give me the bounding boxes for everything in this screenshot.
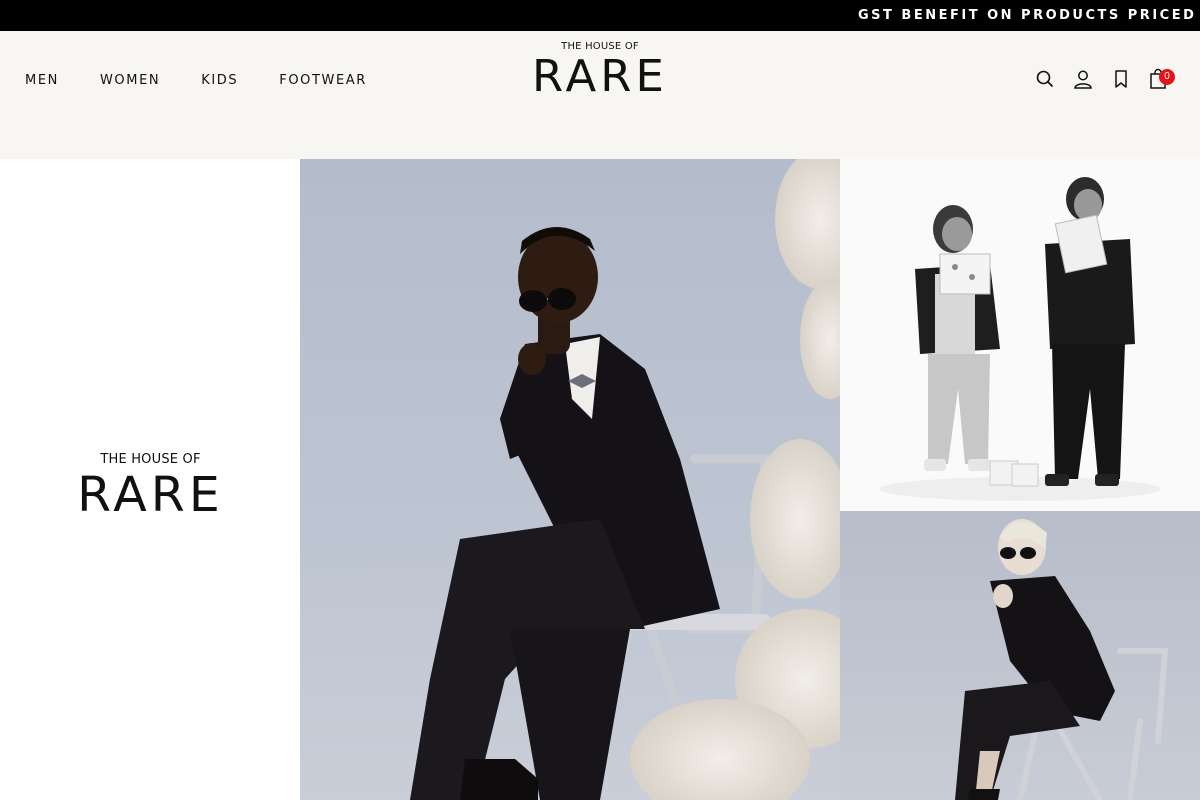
account-icon[interactable] [1072,68,1094,90]
wishlist-icon[interactable] [1110,68,1132,90]
brand-panel-tagline: THE HOUSE OF [100,452,201,467]
header-icons: 0 [1034,68,1175,90]
announcement-bar: GST BENEFIT ON PRODUCTS PRICED BE [0,0,1200,31]
nav-item-footwear[interactable]: FOOTWEAR [279,73,367,88]
nav-item-men[interactable]: MEN [25,73,59,88]
hero-image-women[interactable] [840,511,1200,800]
logo-wordmark: RARE [532,51,668,102]
main-nav: MEN WOMEN KIDS FOOTWEAR [25,73,408,88]
search-icon[interactable] [1034,68,1056,90]
brand-panel: THE HOUSE OF RARE [0,159,300,800]
hero-image-men[interactable] [300,159,840,800]
nav-item-kids[interactable]: KIDS [201,73,238,88]
site-header: MEN WOMEN KIDS FOOTWEAR THE HOUSE OF RAR… [0,31,1200,159]
cart-count-badge: 0 [1159,69,1175,85]
header-logo[interactable]: THE HOUSE OF RARE [532,41,668,103]
announcement-text: GST BENEFIT ON PRODUCTS PRICED BE [858,8,1200,23]
brand-panel-logo: THE HOUSE OF RARE [77,452,224,523]
brand-panel-wordmark: RARE [77,467,224,523]
cart-icon[interactable]: 0 [1148,68,1175,90]
hero-image-kids[interactable] [840,159,1200,511]
nav-item-women[interactable]: WOMEN [100,73,160,88]
